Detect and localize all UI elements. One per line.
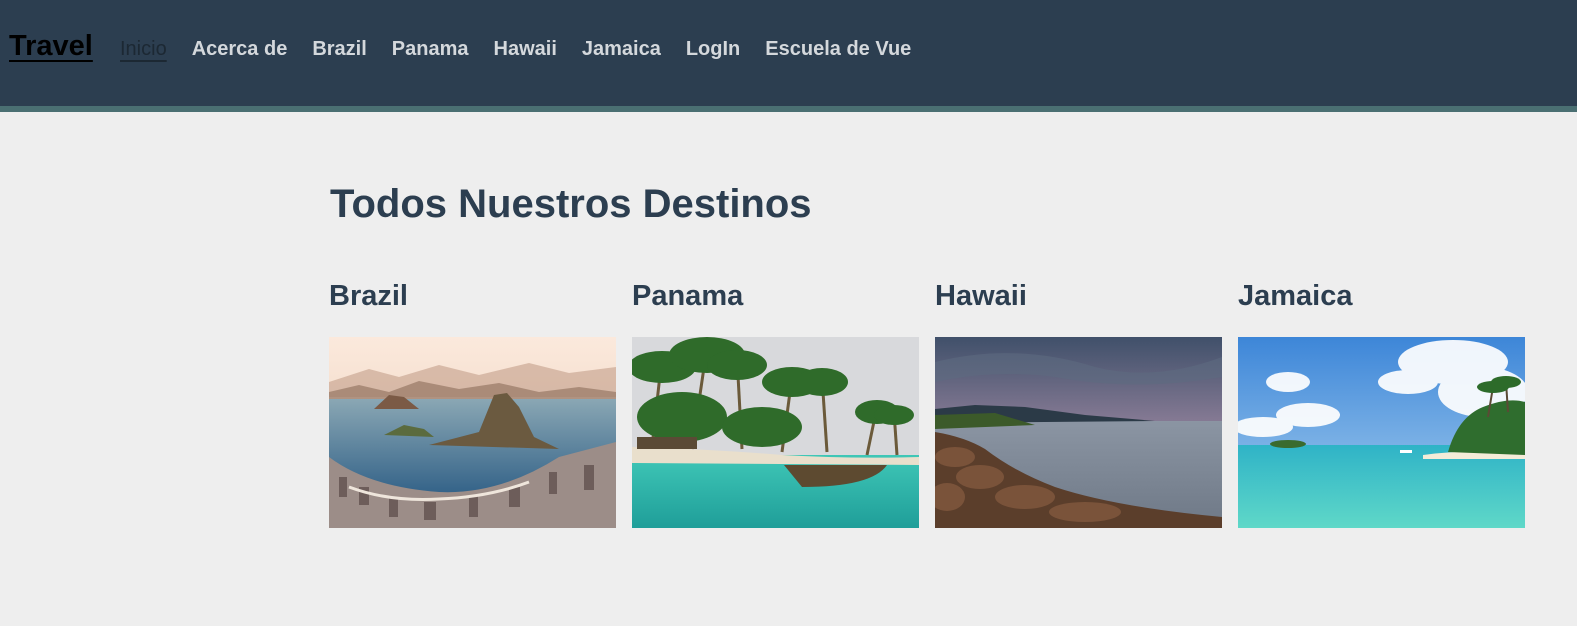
destination-card-jamaica[interactable]: Jamaica [1238, 278, 1525, 528]
nav-link-brazil[interactable]: Brazil [312, 38, 366, 61]
page-title: Todos Nuestros Destinos [330, 182, 812, 226]
nav-link-panama[interactable]: Panama [392, 38, 469, 61]
destination-card-brazil[interactable]: Brazil [329, 278, 616, 528]
destination-card-panama[interactable]: Panama [632, 278, 919, 528]
destination-name[interactable]: Panama [632, 278, 919, 337]
destination-name[interactable]: Brazil [329, 278, 616, 337]
turquoise-lagoon-photo[interactable] [1238, 337, 1525, 528]
nav-link-login[interactable]: LogIn [686, 38, 740, 61]
destination-name[interactable]: Hawaii [935, 278, 1222, 337]
nav-link-inicio[interactable]: Inicio [120, 38, 167, 61]
destination-name[interactable]: Jamaica [1238, 278, 1525, 337]
nav-link-acerca-de[interactable]: Acerca de [192, 38, 288, 61]
nav-link-hawaii[interactable]: Hawaii [494, 38, 557, 61]
nav-link-jamaica[interactable]: Jamaica [582, 38, 661, 61]
nav-links: Inicio Acerca de Brazil Panama Hawaii Ja… [120, 38, 936, 61]
top-navbar: Travel Inicio Acerca de Brazil Panama Ha… [0, 0, 1577, 112]
palm-beach-canoe-photo[interactable] [632, 337, 919, 528]
sunset-rocky-coast-photo[interactable] [935, 337, 1222, 528]
nav-link-escuela-de-vue[interactable]: Escuela de Vue [765, 38, 911, 61]
rio-de-janeiro-bay-photo[interactable] [329, 337, 616, 528]
brand-link[interactable]: Travel [9, 30, 93, 63]
destination-card-hawaii[interactable]: Hawaii [935, 278, 1222, 528]
destinations-grid: Brazil Panama Hawaii Jamaica [329, 278, 1525, 528]
